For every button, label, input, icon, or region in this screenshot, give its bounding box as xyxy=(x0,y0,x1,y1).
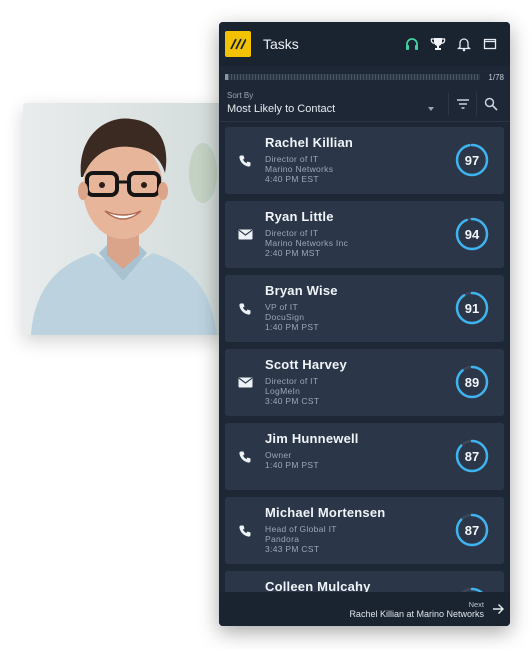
next-label: Next xyxy=(468,599,484,609)
sort-caption: Sort By xyxy=(227,91,254,100)
progress-row: 1/78 xyxy=(219,70,510,84)
search-button[interactable] xyxy=(476,93,504,115)
bell-icon[interactable] xyxy=(452,32,476,56)
panel-footer[interactable]: Next Rachel Killian at Marino Networks xyxy=(219,592,510,626)
contact-photo xyxy=(23,103,223,335)
task-card[interactable]: Bryan Wise VP of IT DocuSign 1:40 PM PST 91 xyxy=(225,275,504,342)
app-logo[interactable] xyxy=(225,31,251,57)
window-icon[interactable] xyxy=(478,32,502,56)
phone-icon[interactable] xyxy=(225,127,265,194)
task-card[interactable]: Scott Harvey Director of IT LogMeIn 3:40 PM… xyxy=(225,349,504,416)
likelihood-score: 89 xyxy=(454,364,490,400)
phone-icon[interactable] xyxy=(225,275,265,342)
chevron-down-icon xyxy=(428,107,434,111)
score-value: 87 xyxy=(464,448,480,464)
progress-fill xyxy=(225,74,228,80)
search-icon xyxy=(484,97,498,111)
task-card[interactable]: Michael Mortensen Head of Global IT Pandor… xyxy=(225,497,504,564)
sort-value: Most Likely to Contact xyxy=(227,103,336,115)
filter-icon xyxy=(456,99,469,109)
headset-icon[interactable] xyxy=(400,32,424,56)
phone-icon[interactable] xyxy=(225,423,265,490)
task-card[interactable]: Jim Hunnewell Owner 1:40 PM PST 87 xyxy=(225,423,504,490)
task-count: 1/78 xyxy=(488,72,504,82)
logo-slashes-icon xyxy=(230,38,246,50)
score-value: 87 xyxy=(464,522,480,538)
panel-header: Tasks xyxy=(219,22,510,66)
email-icon[interactable] xyxy=(225,201,265,268)
task-card[interactable]: Rachel Killian Director of IT Marino Netwo… xyxy=(225,127,504,194)
trophy-icon[interactable] xyxy=(426,32,450,56)
score-value: 97 xyxy=(464,152,480,168)
score-value: 94 xyxy=(464,226,480,242)
progress-bar xyxy=(225,74,481,80)
sort-dropdown[interactable]: Sort By Most Likely to Contact xyxy=(227,91,448,115)
tasks-panel: Tasks 1/78 Sort By Most Likely to Contac… xyxy=(219,22,510,626)
likelihood-score: 87 xyxy=(454,438,490,474)
next-task-subtitle: Rachel Killian at Marino Networks xyxy=(349,608,484,619)
score-value: 89 xyxy=(464,374,480,390)
arrow-right-icon[interactable] xyxy=(492,603,504,615)
stage: Tasks 1/78 Sort By Most Likely to Contac… xyxy=(0,0,532,649)
phone-icon[interactable] xyxy=(225,497,265,564)
filter-button[interactable] xyxy=(448,93,476,115)
page-title: Tasks xyxy=(263,36,299,52)
likelihood-score: 91 xyxy=(454,290,490,326)
task-list[interactable]: Rachel Killian Director of IT Marino Netwo… xyxy=(219,124,510,592)
task-card[interactable]: Ryan Little Director of IT Marino Networks… xyxy=(225,201,504,268)
likelihood-score: 87 xyxy=(454,512,490,548)
task-card[interactable]: Colleen MulcahyOwner74 xyxy=(225,571,504,592)
phone-icon[interactable] xyxy=(225,571,265,592)
likelihood-score: 94 xyxy=(454,216,490,252)
score-value: 91 xyxy=(464,300,480,316)
email-icon[interactable] xyxy=(225,349,265,416)
sort-bar: Sort By Most Likely to Contact xyxy=(219,84,510,122)
likelihood-score: 97 xyxy=(454,142,490,178)
